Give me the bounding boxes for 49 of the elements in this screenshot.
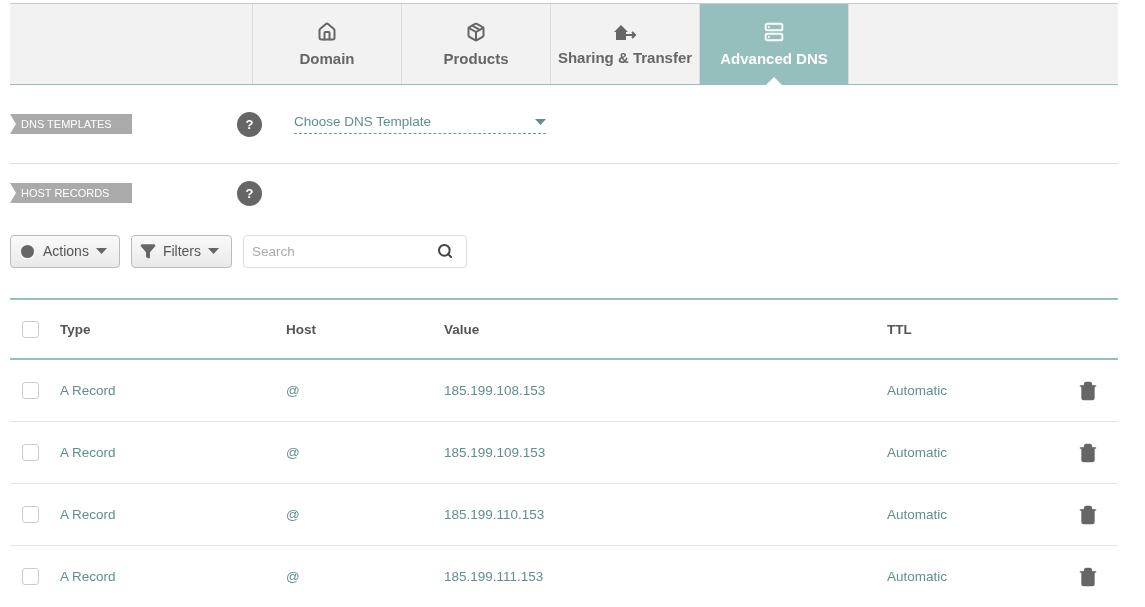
column-header: TTL <box>887 321 913 337</box>
column-header: Host <box>286 321 317 337</box>
table-cell-text: 185.199.110.153 <box>444 507 546 522</box>
caret-icon <box>535 118 546 125</box>
table-cell-text: A Record <box>60 569 117 584</box>
table-cell-text: 185.199.111.153 <box>444 569 545 584</box>
house-arrow-icon <box>613 22 637 41</box>
checkbox[interactable] <box>22 506 39 523</box>
section-label: HOST RECORDS <box>10 183 132 203</box>
table-cell-text: @ <box>286 383 301 398</box>
actions-button[interactable]: Actions <box>10 234 120 268</box>
nav-tab[interactable]: Domain <box>252 4 401 84</box>
checkbox[interactable] <box>22 382 39 399</box>
table-cell-text: Automatic <box>887 507 949 522</box>
column-header: Value <box>444 321 481 337</box>
nav-tab[interactable]: Products <box>401 4 550 84</box>
delete-icon[interactable] <box>1078 504 1098 525</box>
template-dropdown[interactable]: Choose DNS Template <box>294 114 546 134</box>
table-cell-text: A Record <box>60 445 117 460</box>
help-icon[interactable]: ? <box>237 180 262 206</box>
table-cell-text: A Record <box>60 507 117 522</box>
server-icon <box>764 21 784 42</box>
filters-button[interactable]: Filters <box>130 234 233 268</box>
table-cell-text: 185.199.108.153 <box>444 383 547 398</box>
box-icon <box>466 21 486 42</box>
tab-pointer <box>766 77 782 85</box>
table-cell-text: Automatic <box>887 569 949 584</box>
delete-icon[interactable] <box>1078 442 1098 463</box>
house-icon <box>317 21 337 42</box>
caret-icon <box>208 248 220 254</box>
checkbox[interactable] <box>22 444 39 461</box>
filter-icon <box>139 243 156 259</box>
section-label: DNS TEMPLATES <box>10 114 132 134</box>
caret-icon <box>95 248 107 254</box>
checkbox[interactable] <box>22 320 39 338</box>
delete-icon[interactable] <box>1078 380 1098 401</box>
table-cell-text: @ <box>286 507 301 522</box>
table-cell-text: @ <box>286 445 301 460</box>
table-cell-text: Automatic <box>887 383 949 398</box>
delete-icon[interactable] <box>1078 566 1098 587</box>
checkbox[interactable] <box>22 568 39 585</box>
table-cell-text: A Record <box>60 383 117 398</box>
column-header: Type <box>60 321 92 337</box>
help-icon[interactable]: ? <box>237 111 262 137</box>
table-cell-text: 185.199.109.153 <box>444 445 547 460</box>
table-cell-text: Automatic <box>887 445 949 460</box>
search-icon <box>437 242 454 259</box>
search-field[interactable]: Search <box>243 234 468 268</box>
table-cell-text: @ <box>286 569 301 584</box>
